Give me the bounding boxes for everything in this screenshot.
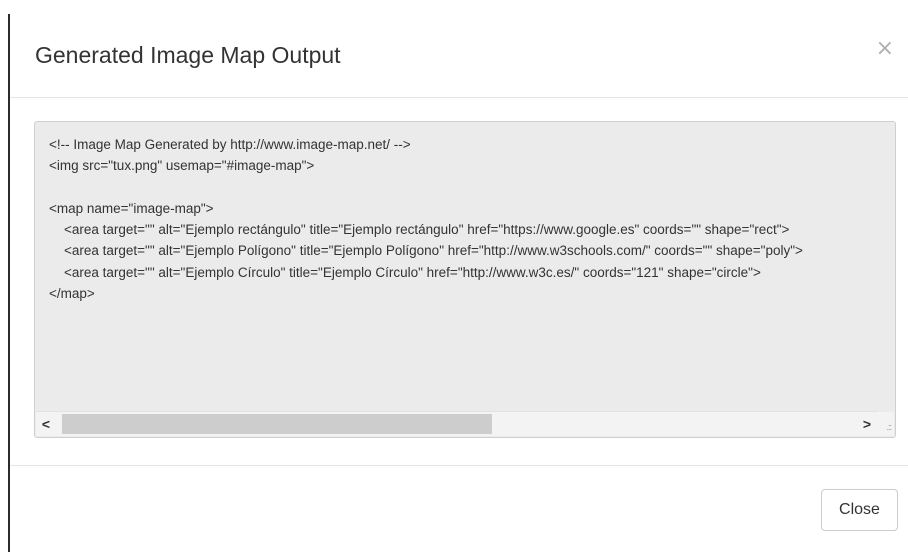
close-icon[interactable]: × [876, 38, 894, 60]
horizontal-scrollbar[interactable]: < > [36, 411, 878, 436]
code-output-text[interactable]: <!-- Image Map Generated by http://www.i… [49, 134, 895, 304]
scrollbar-thumb[interactable] [62, 414, 492, 434]
page: Generated Image Map Output × <!-- Image … [0, 0, 908, 552]
image-map-output-modal: Generated Image Map Output × <!-- Image … [10, 0, 908, 552]
code-output-textarea[interactable]: <!-- Image Map Generated by http://www.i… [34, 121, 896, 438]
scroll-left-arrow-icon[interactable]: < [39, 415, 53, 433]
modal-footer: Close [10, 465, 908, 552]
close-button[interactable]: Close [821, 489, 898, 531]
scroll-right-arrow-icon[interactable]: > [860, 415, 874, 433]
resize-grip-icon[interactable]: .:: [878, 412, 894, 436]
modal-header: Generated Image Map Output × [10, 0, 908, 98]
modal-title: Generated Image Map Output [35, 42, 341, 68]
resize-grip-glyph: .:: [886, 422, 891, 432]
